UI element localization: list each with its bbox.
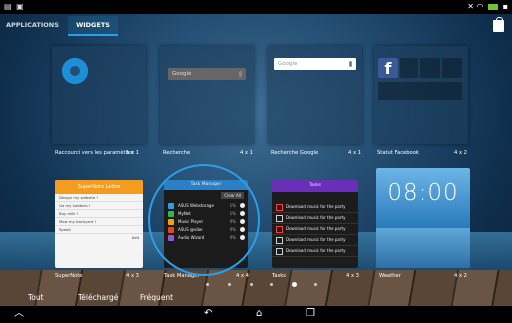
- tasks-toolbar: [272, 192, 358, 202]
- widget-size: 4 x 4: [236, 273, 249, 279]
- facebook-icon: f: [378, 58, 398, 78]
- google-search-bar: Google: [274, 58, 356, 70]
- widget-size: 1 x 1: [126, 150, 139, 156]
- filter-frequent[interactable]: Fréquent: [140, 293, 173, 302]
- page-dot-active: [292, 282, 297, 287]
- page-dot: [206, 283, 209, 286]
- list-item: Download music for the party: [272, 246, 358, 257]
- filter-all[interactable]: Tout: [28, 293, 44, 302]
- fb-placeholder: [442, 58, 462, 78]
- list-item: Download music for the party: [272, 224, 358, 235]
- widget-size: 4 x 1: [348, 150, 361, 156]
- home-icon[interactable]: ⌂: [256, 309, 262, 319]
- checkbox-icon: [276, 226, 283, 233]
- drawer-tabs: APPLICATIONS WIDGETS: [0, 16, 512, 36]
- store-icon[interactable]: [493, 17, 504, 32]
- battery-icon: [488, 3, 499, 10]
- checkbox-icon: [276, 215, 283, 222]
- widget-preview: Google: [268, 46, 362, 144]
- hide-keyboard-icon[interactable]: ︿: [14, 309, 24, 319]
- widget-supernote[interactable]: SuperNote Lettre Design my website ! Go …: [55, 180, 143, 268]
- widget-weather[interactable]: 08:00: [376, 168, 470, 268]
- weather-sea: [376, 228, 470, 268]
- list-item: Download music for the party: [272, 235, 358, 246]
- tasks-header: Tasks: [272, 180, 358, 192]
- list-item: Download music for the party: [272, 202, 358, 213]
- list-item: Mow my backyard !: [55, 218, 143, 226]
- checkbox-icon: [276, 204, 283, 211]
- task-text: Download music for the party: [286, 248, 346, 253]
- settings-gear-icon: [62, 58, 88, 84]
- list-item: Design my website !: [55, 194, 143, 202]
- task-text: Download music for the party: [286, 215, 346, 220]
- status-bar: ▤ ▣ ✕ ◠ ▪: [0, 0, 512, 14]
- google-text: Google: [278, 61, 298, 67]
- widget-preview: f: [374, 46, 468, 144]
- search-text: Google: [172, 71, 192, 77]
- clock-time: 08:00: [387, 180, 459, 206]
- widget-preview: Google: [160, 46, 254, 144]
- widget-name: Weather: [379, 273, 401, 279]
- back-icon[interactable]: ↶: [204, 309, 212, 319]
- mic-icon: [349, 61, 352, 67]
- search-bar: Google: [168, 68, 246, 80]
- page-dot: [250, 283, 253, 286]
- tab-applications[interactable]: APPLICATIONS: [6, 16, 59, 34]
- page-dot: [228, 283, 231, 286]
- widget-name: Raccourci vers les paramètres: [55, 150, 134, 156]
- tab-widgets[interactable]: WIDGETS: [68, 16, 118, 36]
- highlight-circle: [148, 164, 260, 276]
- add-button: Add: [131, 235, 139, 240]
- widget-size: 4 x 2: [454, 273, 467, 279]
- task-text: Download music for the party: [286, 226, 346, 231]
- checkbox-icon: [276, 237, 283, 244]
- fb-placeholder: [420, 58, 440, 78]
- widget-size: 4 x 1: [240, 150, 253, 156]
- notification-icons: ▤ ▣: [4, 2, 25, 11]
- page-dot: [270, 283, 273, 286]
- list-item: Download music for the party: [272, 213, 358, 224]
- widget-name: Recherche: [163, 150, 191, 156]
- status-icons: ✕ ◠ ▪: [467, 2, 508, 11]
- widget-name: Recherche Google: [271, 150, 319, 156]
- list-item: Buy milk !: [55, 210, 143, 218]
- widget-preview: [52, 46, 146, 144]
- widget-size: 4 x 2: [454, 150, 467, 156]
- fb-placeholder: [378, 82, 462, 100]
- widget-tasks[interactable]: Tasks Download music for the party Downl…: [272, 180, 358, 268]
- list-item: Go my hobbies !: [55, 202, 143, 210]
- widget-size: 4 x 3: [126, 273, 139, 279]
- filter-downloaded[interactable]: Téléchargé: [78, 293, 118, 302]
- task-text: Download music for the party: [286, 204, 346, 209]
- mic-icon: [239, 71, 242, 77]
- widget-name: Tasks: [272, 273, 286, 279]
- widget-size: 4 x 3: [346, 273, 359, 279]
- widget-name: Statut Facebook: [377, 150, 419, 156]
- task-text: Download music for the party: [286, 237, 346, 242]
- fb-placeholder: [400, 58, 418, 78]
- navigation-bar: ︿ ↶ ⌂ ❐: [0, 306, 512, 323]
- checkbox-icon: [276, 248, 283, 255]
- page-dot: [314, 283, 317, 286]
- supernote-header: SuperNote Lettre: [55, 180, 143, 194]
- widget-name: SuperNote: [55, 273, 83, 279]
- list-item: Speak: [55, 226, 143, 234]
- recent-apps-icon[interactable]: ❐: [306, 309, 315, 319]
